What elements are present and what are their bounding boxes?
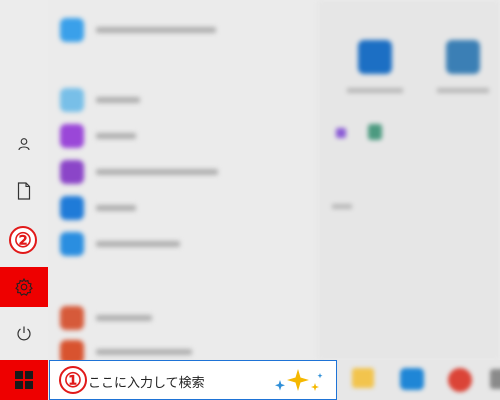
list-item[interactable] <box>60 16 216 44</box>
taskbar-app-icon[interactable] <box>352 368 374 388</box>
app-label <box>96 97 140 103</box>
app-icon <box>60 196 84 220</box>
tile-icon <box>358 40 392 74</box>
app-icon <box>60 306 84 330</box>
power-button[interactable] <box>0 313 48 353</box>
step-2-badge: ② <box>9 226 37 254</box>
windows-logo-icon <box>15 371 33 389</box>
settings-button[interactable] <box>0 267 48 307</box>
tiles-area <box>318 0 500 360</box>
app-label <box>96 169 218 175</box>
user-icon <box>18 138 30 151</box>
app-label <box>96 315 152 321</box>
tile-mini-label <box>332 204 352 209</box>
taskbar-app-icon[interactable] <box>448 368 472 392</box>
start-menu: ② <box>0 0 500 364</box>
taskbar-app-icon[interactable] <box>490 369 500 389</box>
app-icon <box>60 124 84 148</box>
list-item[interactable] <box>60 304 152 332</box>
search-input[interactable]: ここに入力して検索 <box>88 372 205 391</box>
list-item[interactable] <box>60 122 136 150</box>
app-icon <box>60 18 84 42</box>
app-icon <box>60 160 84 184</box>
document-icon <box>17 182 31 200</box>
gear-icon <box>15 277 33 296</box>
sparkle-icon <box>275 369 323 391</box>
list-item[interactable] <box>60 230 180 258</box>
search-box[interactable]: ここに入力して検索 <box>49 360 337 400</box>
tile-icon <box>446 40 480 74</box>
app-label <box>96 133 136 139</box>
app-label <box>96 27 216 33</box>
app-icon <box>60 232 84 256</box>
power-icon <box>17 326 31 341</box>
app-icon <box>60 88 84 112</box>
list-item[interactable] <box>60 86 140 114</box>
step-1-badge: ① <box>59 366 87 394</box>
start-button[interactable] <box>0 360 48 400</box>
taskbar-pinned-apps <box>340 360 500 400</box>
app-label <box>96 349 192 355</box>
tile[interactable] <box>330 40 420 93</box>
tile-label <box>347 88 403 93</box>
app-list <box>50 0 315 364</box>
tile-label <box>437 88 489 93</box>
list-item[interactable] <box>60 158 218 186</box>
tile-mini-icon <box>336 128 346 138</box>
app-label <box>96 241 180 247</box>
account-button[interactable] <box>0 124 48 164</box>
tile-mini-icon <box>368 124 382 140</box>
app-label <box>96 205 136 211</box>
tile[interactable] <box>428 40 498 93</box>
documents-button[interactable] <box>0 171 48 211</box>
taskbar-app-icon[interactable] <box>400 368 424 390</box>
taskbar: ここに入力して検索 ① <box>0 360 500 400</box>
list-item[interactable] <box>60 194 136 222</box>
